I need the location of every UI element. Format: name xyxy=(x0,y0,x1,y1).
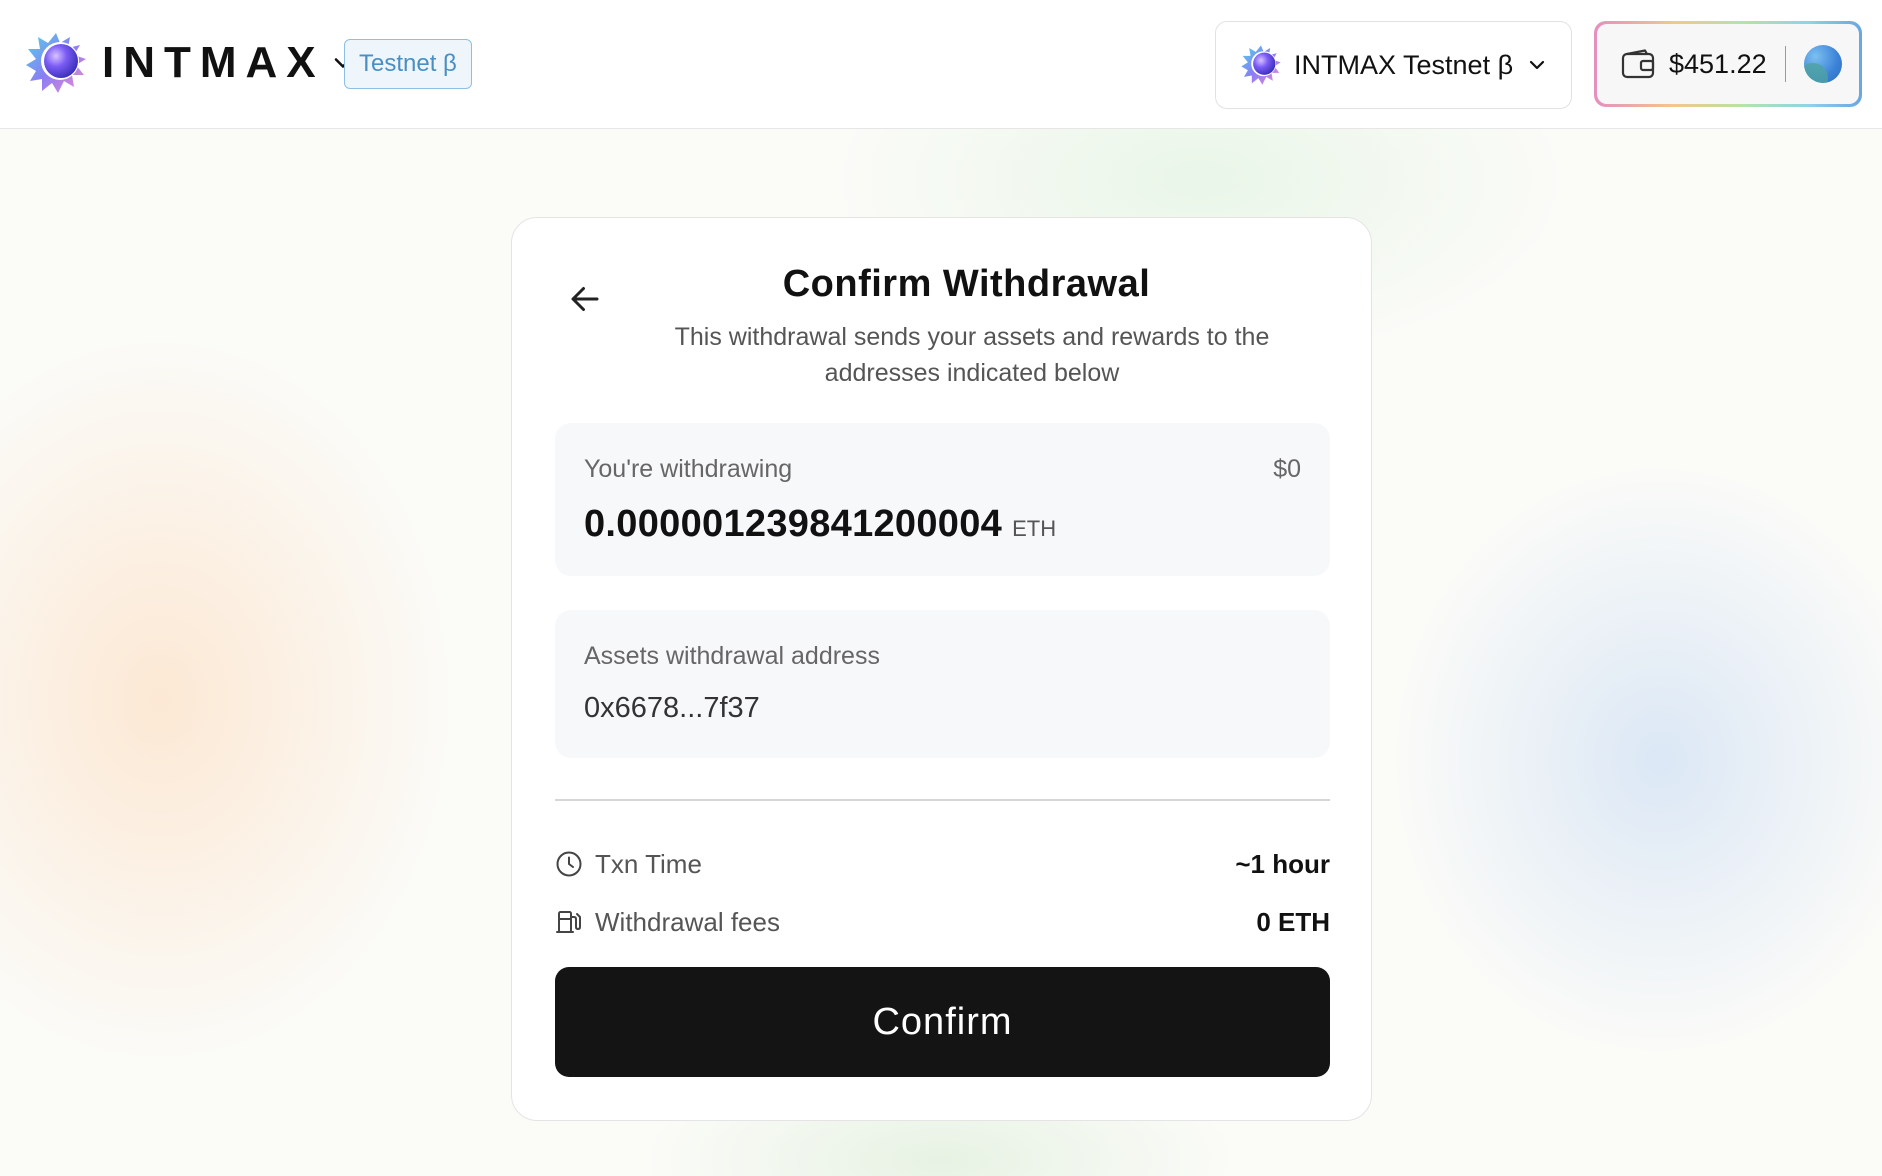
withdrawal-fees-row: Withdrawal fees 0 ETH xyxy=(555,902,1330,942)
wallet-icon xyxy=(1621,49,1655,79)
brand-wordmark: INTMAX xyxy=(102,38,325,87)
account-avatar xyxy=(1804,45,1843,83)
withdraw-address-panel: Assets withdrawal address 0x6678...7f37 xyxy=(555,610,1330,758)
withdraw-amount-panel: You're withdrawing $0 0.0000012398412000… xyxy=(555,423,1330,576)
testnet-badge: Testnet β xyxy=(344,39,472,89)
network-name: INTMAX Testnet β xyxy=(1294,49,1514,80)
network-selector[interactable]: INTMAX Testnet β xyxy=(1215,21,1572,109)
wallet-divider xyxy=(1784,46,1787,82)
chevron-down-icon xyxy=(1530,60,1545,70)
withdraw-amount-value: 0.000001239841200004 xyxy=(584,503,1003,545)
withdrawal-fees-value: 0 ETH xyxy=(1256,906,1330,937)
withdrawal-fees-label: Withdrawal fees xyxy=(595,906,780,937)
clock-icon xyxy=(556,851,582,877)
confirm-button[interactable]: Confirm xyxy=(555,967,1330,1077)
wallet-balance: $451.22 xyxy=(1669,48,1767,79)
fuel-pump-icon xyxy=(556,911,581,933)
divider xyxy=(555,799,1330,801)
withdraw-amount-label: You're withdrawing xyxy=(584,455,793,483)
withdraw-usd-value: $0 xyxy=(1273,455,1301,483)
txn-time-label: Txn Time xyxy=(595,848,702,879)
wallet-button[interactable]: $451.22 xyxy=(1594,21,1862,107)
intmax-logo-icon xyxy=(26,33,86,93)
txn-time-row: Txn Time ~1 hour xyxy=(555,844,1330,884)
withdraw-amount-unit: ETH xyxy=(1012,516,1057,541)
withdraw-address-label: Assets withdrawal address xyxy=(584,642,880,670)
txn-time-value: ~1 hour xyxy=(1235,848,1330,879)
brand-menu[interactable]: INTMAX xyxy=(24,30,357,96)
page-title: Confirm Withdrawal xyxy=(782,263,1151,305)
withdraw-amount-row: 0.000001239841200004 ETH xyxy=(584,503,1056,546)
withdraw-address-value: 0x6678...7f37 xyxy=(584,692,760,724)
top-header: INTMAX Testnet β INTMAX Testnet β $451.2… xyxy=(0,0,1882,129)
page-subtitle: This withdrawal sends your assets and re… xyxy=(674,323,1270,387)
intmax-logo-icon xyxy=(1241,45,1281,85)
confirm-withdrawal-card: Confirm Withdrawal This withdrawal sends… xyxy=(511,217,1372,1121)
wallet-button-inner: $451.22 xyxy=(1597,24,1859,104)
